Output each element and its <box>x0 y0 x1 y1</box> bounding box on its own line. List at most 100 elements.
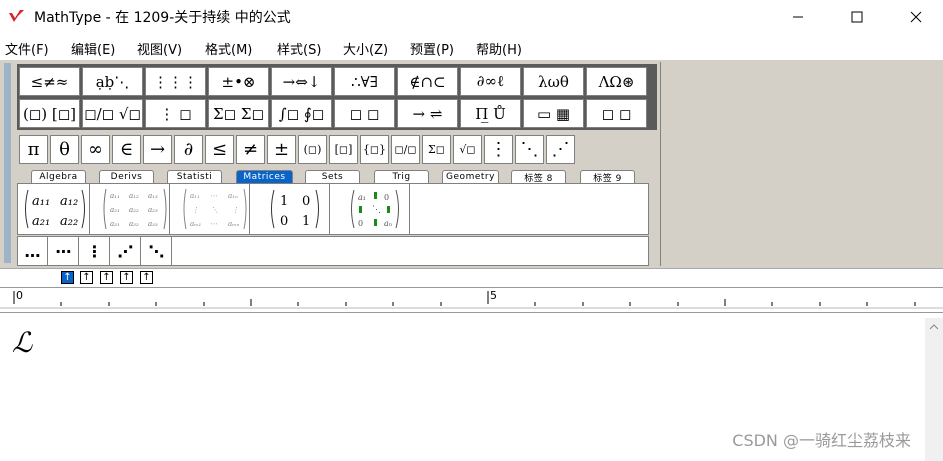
svg-text:⋮: ⋮ <box>192 206 199 214</box>
palette-misc-button[interactable]: ∂∞ℓ <box>460 67 521 96</box>
tab-algebra[interactable]: Algebra <box>31 170 86 183</box>
size-symbol-button[interactable]: ↑ <box>120 271 133 284</box>
size-sub-subscript-button[interactable]: ↑ <box>100 271 113 284</box>
close-button[interactable] <box>893 0 939 34</box>
tab-label-9[interactable]: 标签 9 <box>580 170 635 184</box>
menu-preferences[interactable]: 预置(P) <box>410 39 454 58</box>
matrix-cell-a22: a₂₂ <box>60 214 78 229</box>
palette-greek-upper-button[interactable]: ΛΩ⊛ <box>586 67 647 96</box>
equation-editor[interactable]: ℒ CSDN @一骑红尘荔枝来 <box>0 318 925 461</box>
vertical-scrollbar[interactable] <box>925 318 943 461</box>
size-bar: ↑ ↑ ↑ ↑ ↑ <box>0 268 943 287</box>
menu-size[interactable]: 大小(Z) <box>343 39 388 58</box>
tab-derivs[interactable]: Derivs <box>99 170 154 183</box>
matrix-2x2-template[interactable]: a₁₁ a₁₂ a₂₁ a₂₂ <box>20 184 90 234</box>
size-sub-symbol-button[interactable]: ↑ <box>140 271 153 284</box>
matrix-cell-a21: a₂₁ <box>32 214 50 229</box>
menu-style[interactable]: 样式(S) <box>277 39 321 58</box>
symbol-neq-button[interactable]: ≠ <box>236 135 265 164</box>
dots-horizontal-mid-button[interactable]: ⋯ <box>49 237 79 265</box>
symbol-infinity-button[interactable]: ∞ <box>81 135 110 164</box>
size-subscript-button[interactable]: ↑ <box>80 271 93 284</box>
symbol-arrow-button[interactable]: → <box>143 135 172 164</box>
symbol-element-button[interactable]: ∈ <box>112 135 141 164</box>
svg-text:aₙ: aₙ <box>384 219 392 228</box>
template-superscript-button[interactable]: ⋮ <box>484 135 513 164</box>
matrix-identity-template[interactable]: 1 0 0 1 <box>260 184 330 234</box>
palette-logic-button[interactable]: ∴∀∃ <box>334 67 395 96</box>
template-sum-button[interactable]: Σ◻ <box>422 135 451 164</box>
maximize-button[interactable] <box>834 0 880 34</box>
dots-diagonal-down-button[interactable]: ⋱ <box>142 237 172 265</box>
template-scripts-button[interactable]: ⋮ ◻ <box>145 99 206 128</box>
template-integrals-button[interactable]: ∫◻ ∮◻ <box>271 99 332 128</box>
matrix-mxn-template[interactable]: a₁₁ ⋯ a₁ₙ ⋮ ⋱ ⋮ aₘ₁ ⋯ aₘₙ <box>180 184 250 234</box>
matrix-diagonal-template[interactable]: a₁ 0 ⋱ 0 aₙ <box>340 184 410 234</box>
palette-arrows-button[interactable]: →⇔↓ <box>271 67 332 96</box>
menu-edit[interactable]: 编辑(E) <box>71 39 115 58</box>
palette-embellishments-button[interactable]: ⋮⋮⋮ <box>145 67 206 96</box>
svg-text:a₁ₙ: a₁ₙ <box>228 192 238 200</box>
size-full-button[interactable]: ↑ <box>61 271 74 284</box>
minimize-button[interactable] <box>775 0 821 34</box>
svg-text:0: 0 <box>358 219 363 228</box>
window-title: MathType - 在 1209-关于持续 中的公式 <box>34 10 291 26</box>
tab-statistics[interactable]: Statisti <box>167 170 222 183</box>
template-fractions-button[interactable]: ◻/◻ √◻ <box>82 99 143 128</box>
identity-cell-22: 1 <box>302 214 310 229</box>
template-subsup-button[interactable]: ⋰ <box>546 135 575 164</box>
template-sqrt-button[interactable]: √◻ <box>453 135 482 164</box>
palette-relations-button[interactable]: ≤≠≈ <box>19 67 80 96</box>
svg-text:a₃₁: a₃₁ <box>110 220 120 228</box>
template-fences-button[interactable]: (◻) [◻] <box>19 99 80 128</box>
dots-templates: … ⋯ ⋮ ⋰ ⋱ <box>17 236 649 266</box>
matrix-diagonal-graphic: a₁ 0 ⋱ 0 aₙ <box>350 189 399 229</box>
symbol-partial-button[interactable]: ∂ <box>174 135 203 164</box>
template-bars-button[interactable]: ◻ ◻ <box>334 99 395 128</box>
equation-content[interactable]: ℒ <box>12 326 32 359</box>
template-boxes-button[interactable]: ◻ ◻ <box>586 99 647 128</box>
template-brace-button[interactable]: {◻} <box>360 135 389 164</box>
tab-matrices[interactable]: Matrices <box>236 170 293 183</box>
dots-horizontal-low-button[interactable]: … <box>18 237 48 265</box>
menu-help[interactable]: 帮助(H) <box>476 39 522 58</box>
svg-text:0: 0 <box>384 193 389 202</box>
matrix-3x3-template[interactable]: a₁₁ a₁₂ a₁₃ a₂₁ a₂₂ a₂₃ a₃₁ a₃₂ a₃₃ <box>100 184 170 234</box>
svg-text:a₁₁: a₁₁ <box>190 192 200 200</box>
toolbar-grip[interactable] <box>4 63 11 263</box>
template-subscript-button[interactable]: ⋱ <box>515 135 544 164</box>
palette-sets-button[interactable]: ∉∩⊂ <box>397 67 458 96</box>
menu-file[interactable]: 文件(F) <box>5 39 49 58</box>
tab-sets[interactable]: Sets <box>305 170 360 183</box>
tab-label-8[interactable]: 标签 8 <box>511 170 566 184</box>
template-sums-button[interactable]: Σ◻ Σ◻ <box>208 99 269 128</box>
menu-view[interactable]: 视图(V) <box>137 39 182 58</box>
identity-cell-21: 0 <box>280 214 288 229</box>
mathtype-logo-icon <box>9 10 24 22</box>
svg-text:a₂₃: a₂₃ <box>148 206 158 214</box>
template-products-button[interactable]: Π̲ Ů <box>460 99 521 128</box>
tab-geometry[interactable]: Geometry <box>442 170 499 183</box>
matrix-2x2-graphic: a₁₁ a₁₂ a₂₁ a₂₂ <box>24 189 85 229</box>
matrix-identity-graphic: 1 0 0 1 <box>270 189 319 229</box>
matrix-cell-a12: a₁₂ <box>60 194 78 209</box>
template-labeled-arrows-button[interactable]: → ⇌ <box>397 99 458 128</box>
symbol-pi-button[interactable]: π <box>19 135 48 164</box>
symbol-leq-button[interactable]: ≤ <box>205 135 234 164</box>
template-fraction-button[interactable]: ◻/◻ <box>391 135 420 164</box>
menu-format[interactable]: 格式(M) <box>205 39 252 58</box>
dots-diagonal-up-button[interactable]: ⋰ <box>111 237 141 265</box>
tab-trig[interactable]: Trig <box>374 170 429 183</box>
template-paren-button[interactable]: (◻) <box>298 135 327 164</box>
scroll-up-icon[interactable] <box>925 318 943 336</box>
dots-vertical-button[interactable]: ⋮ <box>80 237 110 265</box>
palette-operators-button[interactable]: ±•⊗ <box>208 67 269 96</box>
ruler[interactable]: 0 5 <box>0 287 943 313</box>
symbol-theta-button[interactable]: θ <box>50 135 79 164</box>
palette-spaces-button[interactable]: ạḅ⋱ <box>82 67 143 96</box>
watermark-text: CSDN @一骑红尘荔枝来 <box>732 431 911 450</box>
template-bracket-button[interactable]: [◻] <box>329 135 358 164</box>
symbol-plusminus-button[interactable]: ± <box>267 135 296 164</box>
palette-greek-lower-button[interactable]: λωθ <box>523 67 584 96</box>
template-matrices-button[interactable]: ▭ ▦ <box>523 99 584 128</box>
